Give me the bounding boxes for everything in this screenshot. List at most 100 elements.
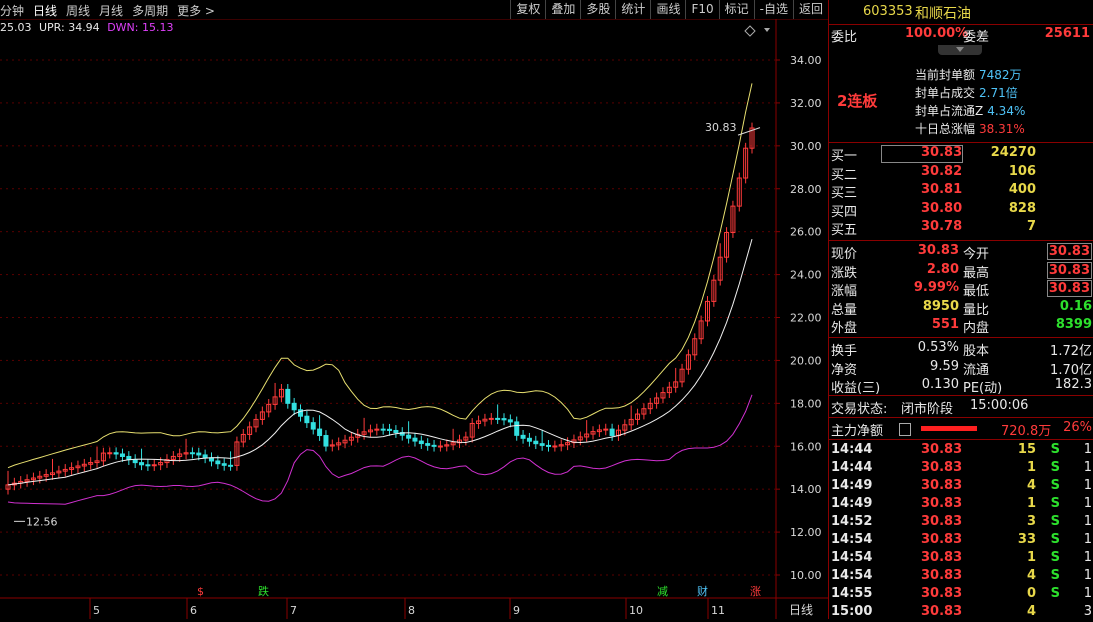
quote-row: 涨跌 2.80 最高 30.83 [829,261,1093,281]
price-tick-label: 16.00 [790,440,822,453]
tool-button-5[interactable]: F10 [685,0,718,19]
stock-code: 603353 [863,4,913,19]
price-tick-label: 20.00 [790,354,822,367]
tick-row[interactable]: 14:49 30.83 4 S 1 [829,478,1093,496]
period-tab-5[interactable]: 更多 > [177,4,215,18]
list-icon[interactable] [899,423,911,436]
limit-up-badge: 2连板 [837,92,878,110]
tool-button-6[interactable]: 标记 [718,0,754,19]
candle-body [431,444,437,447]
tool-button-7[interactable]: -自选 [753,0,793,19]
price-tick-label: 30.00 [790,140,822,153]
bid-price: 30.78 [921,219,963,235]
bid-volume: 828 [1008,200,1036,216]
tick-row[interactable]: 15:00 30.83 4 3 [829,604,1093,622]
candle-body [202,454,208,459]
price-tick-label: 18.00 [790,397,822,410]
bid-row[interactable]: 买三 30.81 400 [829,182,1093,202]
bid-row[interactable]: 买四 30.80 828 [829,200,1093,220]
tick-volume: 3 [1026,514,1036,529]
candle-body [603,428,609,431]
bid-price: 30.80 [921,200,963,216]
limit-line-label: 封单占流通Z [915,104,984,118]
fund-label: 收益(三) [831,381,881,397]
tick-volume: 1 [1026,496,1036,511]
price-tick-label: 26.00 [790,226,822,239]
candle-body [285,388,291,404]
tick-row[interactable]: 14:54 30.83 4 S 1 [829,568,1093,586]
tick-row[interactable]: 14:55 30.83 0 S 1 [829,586,1093,604]
quote-label: 外盘 [831,321,858,337]
tick-price: 30.83 [921,478,963,493]
tick-time: 14:44 [831,442,873,457]
candle-body [145,464,151,467]
period-tab-3[interactable]: 月线 [99,4,123,18]
event-marker: 涨 [750,585,761,598]
price-tick-label: 14.00 [790,483,822,496]
tick-time: 14:52 [831,514,873,529]
quote-value: 8950 [922,298,959,314]
candle-body [374,428,380,431]
limit-line-value: 2.71倍 [979,86,1018,100]
stock-name[interactable]: 和顺石油 [915,3,971,23]
candle-body [215,460,221,465]
kline-chart-svg[interactable]: 34.00 32.00 30.00 28.00 26.00 24.00 22.00 20.00… [0,19,828,619]
bid-label: 买三 [831,186,858,202]
tick-price: 30.83 [921,496,963,511]
candle-body [139,462,145,466]
date-tick-label: 6 [190,604,197,617]
tool-button-1[interactable]: 叠加 [545,0,580,19]
candle-body [317,428,323,437]
kline-chart[interactable]: 34.00 32.00 30.00 28.00 26.00 24.00 22.00 20.00… [0,19,828,619]
bid-row[interactable]: 买一 30.83 24270 [829,145,1093,164]
candle-body [189,452,195,455]
price-tick-label: 34.00 [790,54,822,67]
tick-row[interactable]: 14:44 30.83 15 S 1 [829,442,1093,460]
tool-button-0[interactable]: 复权 [510,0,545,19]
limit-line: 当前封单额 7482万 [915,66,1022,83]
candle-body [119,453,125,457]
bid-row[interactable]: 买二 30.82 106 [829,163,1093,183]
period-tab-4[interactable]: 多周期 [132,4,168,18]
quote-label: 最高 [963,265,990,281]
period-tab-2[interactable]: 周线 [66,4,90,18]
bid-row[interactable]: 买五 30.78 7 [829,219,1093,238]
quote-value: 0.16 [1059,298,1092,314]
tool-button-3[interactable]: 统计 [615,0,650,19]
candle-body [533,440,539,445]
candle-body [132,459,138,464]
tick-count: 1 [1083,496,1092,511]
quote-value: 2.80 [926,261,959,277]
tick-side: S [1050,478,1060,493]
weicha-value: 25611 [1044,26,1090,41]
tool-button-2[interactable]: 多股 [580,0,615,19]
collapse-handle[interactable] [938,45,982,55]
period-tab-0[interactable]: 分钟 [0,4,24,18]
weibi-value: 100.00% [905,26,969,41]
tick-row[interactable]: 14:44 30.83 1 S 1 [829,460,1093,478]
candle-body [221,463,227,466]
candle-body [507,419,513,423]
tool-button-8[interactable]: 返回 [792,0,828,19]
limit-line-value: 7482万 [979,68,1022,82]
main-flow-row[interactable]: 主力净额 720.8万 26% [829,420,1093,439]
tick-row[interactable]: 14:54 30.83 33 S 1 [829,532,1093,550]
date-tick-label: 9 [513,604,520,617]
bid-volume: 106 [1008,163,1036,179]
fund-value: 1.70亿 [1050,362,1092,378]
candle-body [495,417,501,420]
quote-value: 30.83 [917,243,959,258]
tool-button-4[interactable]: 画线 [650,0,685,19]
tick-row[interactable]: 14:54 30.83 1 S 1 [829,550,1093,568]
period-tab-1[interactable]: 日线 [33,4,57,18]
quote-label: 今开 [963,247,990,262]
tick-row[interactable]: 14:49 30.83 1 S 1 [829,496,1093,514]
tick-side: S [1050,514,1060,529]
candle-body [520,434,526,439]
bid-label: 买二 [831,167,858,183]
event-marker: 减 [657,585,668,598]
fund-value: 182.3 [1054,377,1092,393]
tick-row[interactable]: 14:52 30.83 3 S 1 [829,514,1093,532]
tick-price: 30.83 [921,532,963,547]
candle-body [539,443,545,446]
